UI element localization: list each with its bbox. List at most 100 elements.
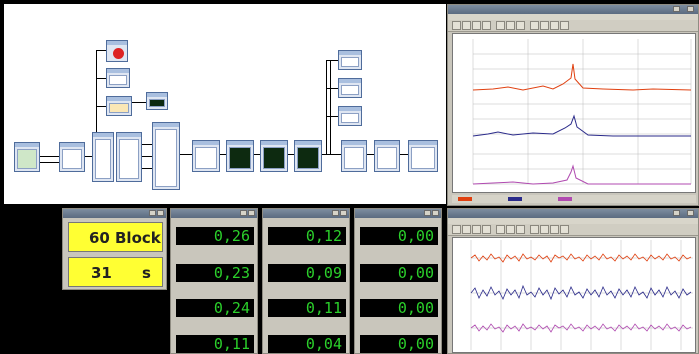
toolbar-button[interactable]	[540, 21, 549, 30]
legend-purple-swatch	[558, 197, 572, 201]
time-signal-plot-area[interactable]	[452, 237, 696, 353]
toolbar-button[interactable]	[530, 21, 539, 30]
filter-module[interactable]	[59, 142, 85, 172]
time-counter-display: 31 s	[68, 257, 163, 287]
separator-module[interactable]	[152, 122, 180, 190]
toolbar-button[interactable]	[550, 225, 559, 234]
display-module-small[interactable]	[146, 92, 168, 110]
toolbar-button[interactable]	[516, 21, 525, 30]
display-module-2[interactable]	[338, 78, 362, 98]
spectrum-window-titlebar[interactable]	[448, 5, 698, 14]
time-value: 31	[91, 264, 112, 282]
digital-meter-window-3[interactable]: 0,00 0,00 0,00 0,00	[354, 208, 442, 354]
digital-meter-window-2[interactable]: 0,12 0,09 0,11 0,04	[262, 208, 350, 354]
legend-blue-swatch	[508, 197, 522, 201]
wire	[96, 50, 106, 51]
trigger-module[interactable]	[106, 68, 130, 88]
toolbar-button[interactable]	[496, 21, 505, 30]
wire	[288, 154, 294, 155]
toolbar-button[interactable]	[506, 225, 515, 234]
wire	[96, 78, 106, 79]
counter-window[interactable]: 60 Block 31 s	[62, 208, 167, 290]
wire	[322, 154, 341, 155]
close-icon[interactable]	[687, 6, 694, 12]
toolbar-button[interactable]	[516, 225, 525, 234]
mixer-module[interactable]	[92, 132, 114, 182]
block-diagram-canvas[interactable]	[4, 4, 446, 204]
minimize-icon[interactable]	[149, 210, 156, 216]
time-signal-plot-svg	[470, 240, 693, 350]
toolbar-button[interactable]	[550, 21, 559, 30]
wire	[40, 162, 59, 163]
wire	[85, 156, 92, 157]
toolbar-button[interactable]	[540, 225, 549, 234]
time-unit: s	[142, 264, 151, 282]
wire	[330, 60, 331, 154]
close-icon[interactable]	[248, 210, 255, 216]
wire	[96, 50, 97, 132]
toolbar-button[interactable]	[530, 225, 539, 234]
input-module[interactable]	[14, 142, 40, 172]
wire	[400, 154, 408, 155]
output-module-3[interactable]	[408, 140, 438, 172]
block-count-unit: Block	[115, 229, 161, 247]
toolbar-button[interactable]	[452, 225, 461, 234]
toolbar-button[interactable]	[496, 225, 505, 234]
close-icon[interactable]	[687, 210, 694, 216]
wire	[326, 116, 338, 117]
toolbar-button[interactable]	[452, 21, 461, 30]
toolbar	[448, 224, 698, 236]
close-icon[interactable]	[432, 210, 439, 216]
wire	[96, 106, 106, 107]
spectrum-plot-area[interactable]	[452, 33, 696, 193]
wire	[142, 144, 152, 145]
wire	[326, 60, 327, 154]
toolbar-button[interactable]	[472, 21, 481, 30]
display-module-1[interactable]	[338, 50, 362, 70]
meter-value: 0,00	[360, 335, 438, 353]
minimize-icon[interactable]	[424, 210, 431, 216]
time-signal-window[interactable]	[447, 208, 699, 354]
toolbar-button[interactable]	[560, 21, 569, 30]
minimize-icon[interactable]	[240, 210, 247, 216]
stop-module[interactable]	[106, 40, 128, 62]
trace-red	[472, 63, 692, 91]
toolbar	[448, 20, 698, 32]
processing-module-2[interactable]	[226, 140, 254, 172]
output-module-2[interactable]	[374, 140, 400, 172]
minimize-icon[interactable]	[673, 210, 680, 216]
processing-module-3[interactable]	[260, 140, 288, 172]
wire	[367, 154, 374, 155]
digital-meter-window-1[interactable]: 0,26 0,23 0,24 0,11	[170, 208, 258, 354]
wire	[220, 154, 226, 155]
toolbar-button[interactable]	[462, 225, 471, 234]
processing-module-4[interactable]	[294, 140, 322, 172]
toolbar-button[interactable]	[482, 225, 491, 234]
switch-module[interactable]	[106, 96, 132, 116]
processing-module-1[interactable]	[192, 140, 220, 172]
meter-value: 0,00	[360, 264, 438, 282]
close-icon[interactable]	[157, 210, 164, 216]
display-module-3[interactable]	[338, 106, 362, 126]
meter-value: 0,00	[360, 227, 438, 245]
meter-value: 0,26	[176, 227, 254, 245]
spectrum-window[interactable]	[447, 4, 699, 206]
minimize-icon[interactable]	[673, 6, 680, 12]
time-signal-window-titlebar[interactable]	[448, 209, 698, 218]
spectrum-plot-svg	[472, 39, 692, 185]
wire	[254, 154, 260, 155]
toolbar-button[interactable]	[560, 225, 569, 234]
toolbar-button[interactable]	[472, 225, 481, 234]
minimize-icon[interactable]	[332, 210, 339, 216]
wire	[132, 102, 146, 103]
legend-bar	[452, 195, 696, 203]
signal-analysis-module[interactable]	[116, 132, 142, 182]
close-icon[interactable]	[340, 210, 347, 216]
toolbar-button[interactable]	[506, 21, 515, 30]
wire	[142, 156, 152, 157]
output-module-1[interactable]	[341, 140, 367, 172]
block-count-value: 60	[89, 229, 110, 247]
meter-value: 0,09	[268, 264, 346, 282]
toolbar-button[interactable]	[482, 21, 491, 30]
toolbar-button[interactable]	[462, 21, 471, 30]
